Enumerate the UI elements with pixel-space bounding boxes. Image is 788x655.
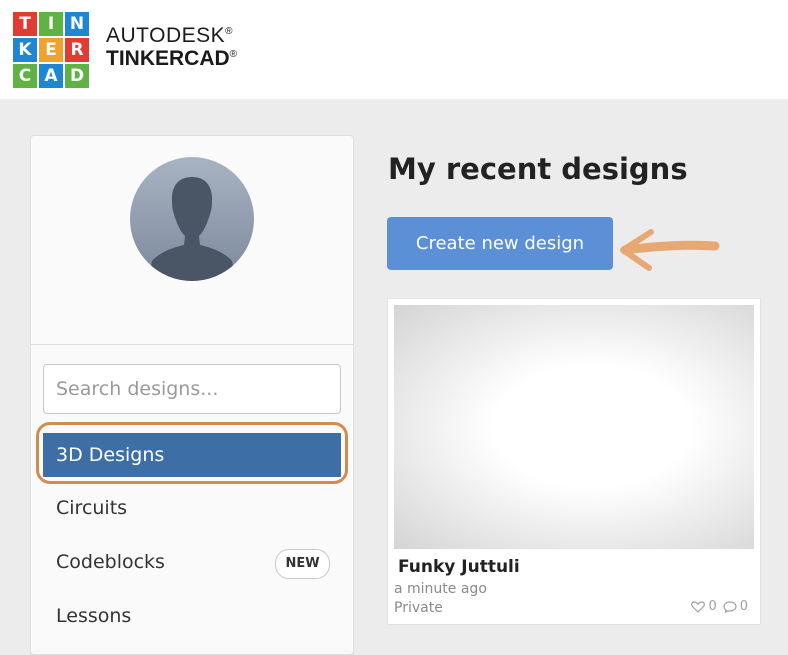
design-stats: 0 0 (691, 599, 748, 614)
new-badge: NEW (275, 549, 330, 579)
likes-count: 0 (708, 599, 717, 614)
logo-letter: T (13, 12, 37, 36)
sidebar-item-label: Lessons (56, 605, 132, 627)
sidebar-panel: 3D Designs Circuits Codeblocks NEW Lesso… (30, 135, 354, 655)
brand-autodesk: AUTODESK® (106, 24, 233, 48)
annotation-arrow-icon (620, 229, 720, 271)
avatar[interactable] (130, 157, 254, 281)
search-input[interactable] (43, 364, 341, 414)
user-silhouette-icon (130, 157, 254, 281)
tinkercad-logo[interactable]: T I N K E R C A D (13, 12, 89, 88)
logo-letter: I (39, 12, 63, 36)
sidebar-item-lessons[interactable]: Lessons (31, 594, 353, 638)
logo-letter: K (13, 38, 37, 62)
heart-icon[interactable] (691, 600, 706, 613)
comment-icon[interactable] (723, 600, 737, 613)
header: T I N K E R C A D AUTODESK® TINKERCAD® (0, 0, 788, 99)
sidebar-item-label: Codeblocks (56, 551, 165, 573)
comments-count: 0 (739, 599, 748, 614)
create-new-design-button[interactable]: Create new design (387, 217, 613, 270)
design-thumbnail[interactable] (394, 305, 754, 549)
design-privacy: Private (394, 600, 443, 616)
logo-letter: C (13, 64, 37, 88)
logo-letter: N (65, 12, 89, 36)
brand-autodesk-text: AUTODESK (106, 24, 226, 47)
brand-tinkercad: TINKERCAD® (106, 47, 237, 71)
sidebar-item-circuits[interactable]: Circuits (31, 486, 353, 530)
sidebar-item-label: Circuits (56, 497, 128, 519)
logo-letter: R (65, 38, 89, 62)
design-name[interactable]: Funky Juttuli (398, 557, 520, 577)
annotation-highlight-oval (36, 422, 348, 484)
registered-mark: ® (229, 49, 238, 60)
design-timestamp: a minute ago (394, 581, 487, 597)
brand-tinkercad-text: TINKERCAD (106, 47, 230, 70)
page-title: My recent designs (388, 152, 688, 186)
registered-mark: ® (225, 26, 234, 37)
panel-divider (31, 344, 353, 345)
design-card[interactable]: Funky Juttuli a minute ago Private 0 0 (387, 298, 761, 625)
logo-letter: A (39, 64, 63, 88)
logo-letter: D (65, 64, 89, 88)
logo-letter: E (39, 38, 63, 62)
